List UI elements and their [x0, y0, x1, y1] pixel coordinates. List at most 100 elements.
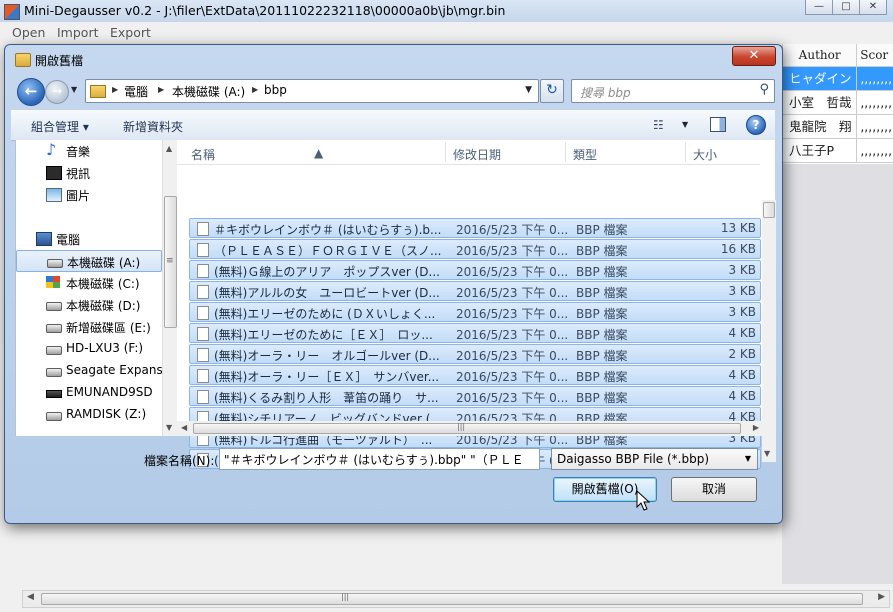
- file-row[interactable]: (無料)エリーゼのために［ＥＸ］ ロッ... 2016/5/23 下午 0... B…: [189, 323, 761, 343]
- grid-row[interactable]: ヒャダイン ,,,,,,,,,,: [783, 67, 893, 91]
- file-row[interactable]: (無料)Ｇ線上のアリア ポップスver (D... 2016/5/23 下午 0.…: [189, 260, 761, 280]
- nav-item-drive-c[interactable]: 本機磁碟 (C:): [16, 272, 162, 294]
- search-icon[interactable]: ⚲: [759, 82, 769, 97]
- nav-item-drive-e[interactable]: 新增磁碟區 (E:): [16, 316, 162, 338]
- nav-item-drive-a[interactable]: 本機磁碟 (A:): [16, 250, 162, 272]
- search-box[interactable]: 搜尋 bbp ⚲: [571, 79, 775, 103]
- recent-locations-dropdown[interactable]: ▼: [71, 85, 77, 94]
- breadcrumb-separator-icon[interactable]: ▶: [158, 85, 164, 94]
- help-icon[interactable]: ?: [746, 115, 766, 135]
- breadcrumb-drive[interactable]: 本機磁碟 (A:): [172, 83, 245, 100]
- cell-author: ヒャダイン: [783, 67, 858, 90]
- column-header-date[interactable]: 修改日期: [453, 146, 501, 163]
- maximize-button[interactable]: □: [832, 0, 860, 15]
- column-header-size[interactable]: 大小: [693, 146, 717, 163]
- cell-author: 八王子P: [783, 139, 858, 162]
- breadcrumb-separator-icon[interactable]: ▶: [252, 85, 258, 94]
- column-header-author[interactable]: Author: [783, 44, 858, 66]
- dialog-close-button[interactable]: ✕: [732, 46, 776, 66]
- filename-input[interactable]: [220, 449, 543, 469]
- grid-row[interactable]: 小室 哲哉 ,,,,,,,,,,: [783, 91, 893, 115]
- grid-empty-area: [782, 164, 893, 584]
- column-divider[interactable]: [685, 142, 686, 162]
- breadcrumb-computer[interactable]: 電腦: [124, 83, 148, 100]
- forward-button[interactable]: →: [45, 80, 69, 104]
- scroll-thumb[interactable]: [763, 202, 775, 218]
- menu-import[interactable]: Import: [57, 25, 99, 40]
- nav-item-music[interactable]: ♪ 音樂: [16, 140, 162, 162]
- grid-row[interactable]: 八王子P ,,,,,,,,,,: [783, 139, 893, 163]
- scroll-up-icon[interactable]: ▲: [166, 144, 172, 153]
- nav-item-drive-d[interactable]: 本機磁碟 (D:): [16, 294, 162, 316]
- view-options-icon[interactable]: ☷: [653, 118, 664, 132]
- menu-export[interactable]: Export: [110, 25, 151, 40]
- file-type: BBP 檔案: [576, 286, 628, 300]
- column-divider[interactable]: [565, 142, 566, 162]
- file-list-vertical-scrollbar[interactable]: ▼: [762, 200, 776, 462]
- nav-item-label: 本機磁碟 (D:): [66, 299, 141, 313]
- column-header-type[interactable]: 類型: [573, 146, 597, 163]
- close-button[interactable]: ✕: [859, 0, 887, 15]
- app-horizontal-scrollbar[interactable]: ◀ ||| ▶: [22, 590, 890, 608]
- nav-item-ramdisk[interactable]: RAMDISK (Z:): [16, 404, 162, 426]
- nav-item-drive-f[interactable]: HD-LXU3 (F:): [16, 338, 162, 360]
- file-row[interactable]: (無料)くるみ割り人形 葦笛の踊り サ... 2016/5/23 下午 0... B…: [189, 386, 761, 406]
- scroll-right-icon[interactable]: ▶: [753, 423, 759, 432]
- address-dropdown-icon[interactable]: ▼: [525, 85, 532, 95]
- video-icon: [46, 166, 62, 180]
- file-row[interactable]: (無料)エリーゼのために (ＤＸいしょく... 2016/5/23 下午 0...…: [189, 302, 761, 322]
- minimize-button[interactable]: —: [805, 0, 833, 15]
- file-type: BBP 檔案: [576, 244, 628, 258]
- nav-item-seagate[interactable]: Seagate Expans: [16, 360, 163, 382]
- file-row[interactable]: （ＰＬＥＡＳＥ）ＦＯＲＧＩＶＥ（スノ... 2016/5/23 下午 0... BB…: [189, 239, 761, 259]
- back-button[interactable]: ←: [17, 78, 45, 106]
- file-row[interactable]: (無料)オーラ・リー［ＥＸ］ サンバver... 2016/5/23 下午 0..…: [189, 365, 761, 385]
- preview-pane-icon[interactable]: [710, 117, 726, 132]
- file-date: 2016/5/23 下午 0...: [456, 265, 569, 279]
- dark-drive-icon: [46, 390, 62, 398]
- scroll-grip-icon: |||: [457, 422, 466, 431]
- nav-item-emunand[interactable]: EMUNAND9SD: [16, 382, 162, 404]
- file-size: 3 KB: [728, 284, 756, 298]
- drive-icon: [46, 412, 62, 421]
- scroll-left-icon[interactable]: ◀: [27, 592, 34, 602]
- nav-item-label: 本機磁碟 (A:): [67, 256, 141, 270]
- file-date: 2016/5/23 下午 0...: [456, 244, 569, 258]
- refresh-button[interactable]: ↻: [540, 79, 564, 103]
- chevron-down-icon[interactable]: ▼: [745, 454, 751, 463]
- grid-row[interactable]: 鬼龍院 翔 ,,,,,,,,,,: [783, 115, 893, 139]
- file-type-select[interactable]: Daigasso BBP File (*.bbp) ▼: [551, 448, 758, 470]
- breadcrumb-folder[interactable]: bbp: [264, 83, 287, 97]
- scroll-down-icon[interactable]: ▼: [764, 449, 770, 458]
- filename-field[interactable]: [219, 448, 543, 470]
- scroll-right-icon[interactable]: ▶: [878, 592, 885, 602]
- organize-button[interactable]: 組合管理 ▾: [31, 118, 89, 135]
- address-bar[interactable]: ▶ 電腦 ▶ 本機磁碟 (A:) ▶ bbp ▼: [85, 79, 539, 103]
- file-icon: [197, 348, 209, 362]
- dialog-title: 開啟舊檔: [35, 54, 84, 68]
- file-row[interactable]: (無料)アルルの女 ユーロビートver (D... 2016/5/23 下午 0.…: [189, 281, 761, 301]
- new-folder-button[interactable]: 新增資料夾: [123, 118, 183, 135]
- scroll-left-icon[interactable]: ◀: [181, 423, 187, 432]
- nav-pane-scrollbar[interactable]: ▲ ≡ ▼: [162, 140, 178, 436]
- nav-item-pictures[interactable]: 圖片: [16, 184, 162, 206]
- scroll-thumb[interactable]: [41, 593, 863, 605]
- column-header-score[interactable]: Scor: [857, 44, 893, 66]
- file-name: (無料)Ｇ線上のアリア ポップスver (D...: [214, 265, 440, 279]
- cancel-button[interactable]: 取消: [671, 477, 757, 502]
- file-name: (無料)オーラ・リー［ＥＸ］ サンバver...: [214, 370, 440, 384]
- breadcrumb-separator-icon[interactable]: ▶: [112, 85, 118, 94]
- file-size: 4 KB: [728, 368, 756, 382]
- view-dropdown-icon[interactable]: ▼: [682, 120, 688, 129]
- nav-item-video[interactable]: 視訊: [16, 162, 162, 184]
- nav-item-computer[interactable]: 電腦: [16, 228, 162, 250]
- menu-open[interactable]: Open: [12, 25, 45, 40]
- file-date: 2016/5/23 下午 0...: [456, 370, 569, 384]
- file-row[interactable]: ＃キボウレインボウ＃ (はいむらすぅ).b... 2016/5/23 下午 0..…: [189, 218, 761, 238]
- column-divider[interactable]: [445, 142, 446, 162]
- scroll-down-icon[interactable]: ▼: [166, 423, 172, 432]
- scroll-thumb[interactable]: [193, 423, 741, 434]
- file-row[interactable]: (無料)オーラ・リー オルゴールver (D... 2016/5/23 下午 0.…: [189, 344, 761, 364]
- column-header-name[interactable]: 名稱: [191, 146, 215, 163]
- file-list-horizontal-scrollbar[interactable]: ◀ ||| ▶: [177, 421, 763, 436]
